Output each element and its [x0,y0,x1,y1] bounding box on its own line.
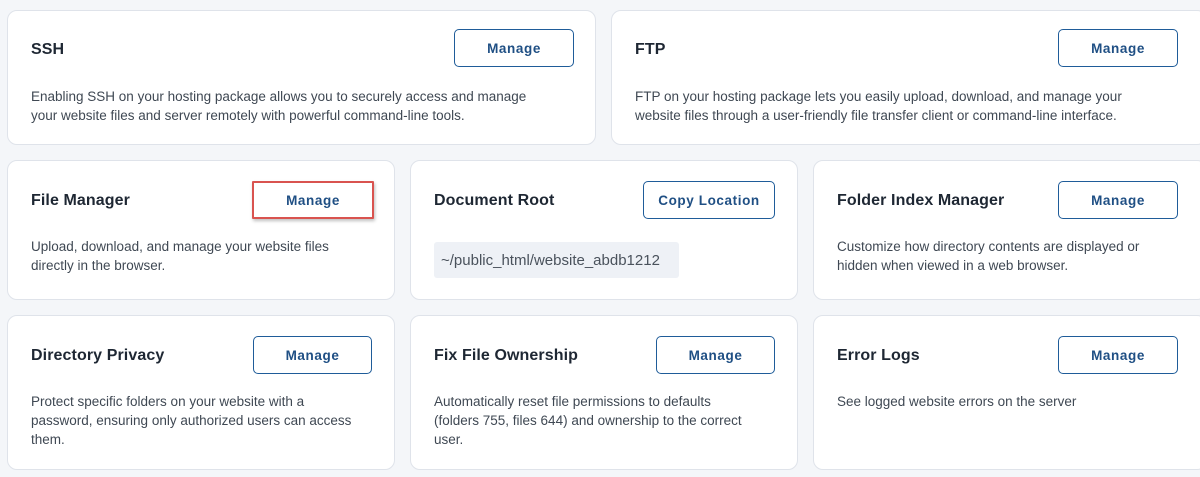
file-manager-card: File Manager Manage Upload, download, an… [7,160,395,300]
folder-index-manager-card: Folder Index Manager Manage Customize ho… [813,160,1200,300]
folder-index-manage-button[interactable]: Manage [1058,181,1178,219]
folder-index-manager-title: Folder Index Manager [837,192,1005,209]
ftp-card: FTP Manage FTP on your hosting package l… [611,10,1200,145]
fix-ownership-manage-button[interactable]: Manage [656,336,775,374]
fix-file-ownership-title: Fix File Ownership [434,347,579,364]
document-root-title: Document Root [434,192,555,209]
directory-privacy-description: Protect specific folders on your website… [31,394,352,447]
directory-privacy-title: Directory Privacy [31,347,165,364]
folder-index-manager-description: Customize how directory contents are dis… [837,239,1140,273]
error-logs-card: Error Logs Manage See logged website err… [813,315,1200,470]
file-manager-description: Upload, download, and manage your websit… [31,239,329,273]
document-root-path: ~/public_html/website_abdb1212 [434,242,679,278]
ssh-card: SSH Manage Enabling SSH on your hosting … [7,10,596,145]
error-logs-title: Error Logs [837,347,920,364]
file-manager-manage-button[interactable]: Manage [252,181,374,219]
error-logs-manage-button[interactable]: Manage [1058,336,1178,374]
ftp-title: FTP [635,41,666,58]
copy-location-button[interactable]: Copy Location [643,181,775,219]
ssh-manage-button[interactable]: Manage [454,29,574,67]
directory-privacy-card: Directory Privacy Manage Protect specifi… [7,315,395,470]
document-root-card: Document Root Copy Location ~/public_htm… [410,160,798,300]
error-logs-description: See logged website errors on the server [837,394,1077,409]
ftp-manage-button[interactable]: Manage [1058,29,1178,67]
ssh-description: Enabling SSH on your hosting package all… [31,89,527,123]
fix-file-ownership-description: Automatically reset file permissions to … [434,394,742,447]
ssh-title: SSH [31,41,65,58]
directory-privacy-manage-button[interactable]: Manage [253,336,372,374]
ftp-description: FTP on your hosting package lets you eas… [635,89,1122,123]
fix-file-ownership-card: Fix File Ownership Manage Automatically … [410,315,798,470]
file-manager-title: File Manager [31,192,131,209]
